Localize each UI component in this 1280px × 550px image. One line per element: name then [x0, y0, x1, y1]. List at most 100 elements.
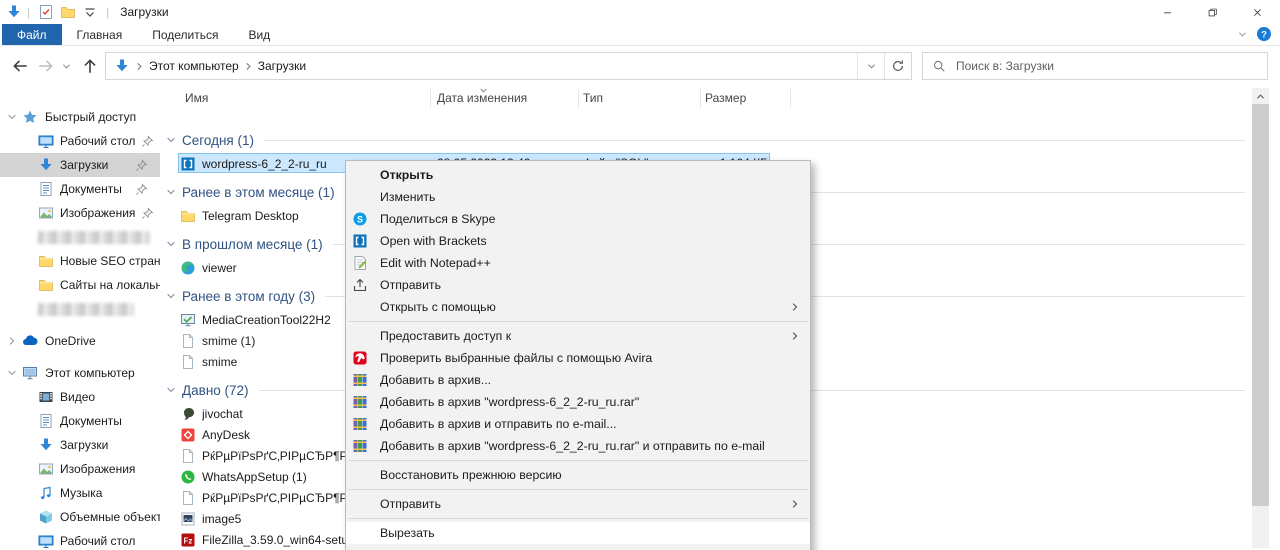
- menu-item-отправить[interactable]: Отправить: [346, 493, 810, 515]
- column-header-size[interactable]: Размер: [705, 91, 746, 105]
- qat-separator: |: [106, 5, 109, 19]
- sidebar-item-документы[interactable]: Документы: [0, 177, 160, 201]
- sidebar-item-redacted[interactable]: [0, 225, 160, 249]
- close-button[interactable]: [1235, 0, 1280, 24]
- window-title: Загрузки: [120, 5, 168, 19]
- file-icon: [180, 490, 196, 506]
- address-dropdown-button[interactable]: [857, 53, 884, 79]
- file-name-cell: AnyDesk: [180, 424, 250, 445]
- breadcrumb-this-pc[interactable]: Этот компьютер: [149, 59, 239, 73]
- qat-new-folder-button[interactable]: [57, 4, 79, 18]
- sidebar-item-label: OneDrive: [45, 334, 96, 348]
- menu-item-добавить-в-архив-wordpress-6-2-2-ru-ru-rar[interactable]: Добавить в архив "wordpress-6_2_2-ru_ru.…: [346, 391, 810, 413]
- menu-item-предоставить-доступ-к[interactable]: Предоставить доступ к: [346, 325, 810, 347]
- file-name: viewer: [202, 261, 237, 275]
- up-icon[interactable]: [81, 57, 99, 75]
- menu-item-label: Изменить: [380, 190, 435, 204]
- sidebar-item-загрузки[interactable]: Загрузки: [0, 433, 160, 457]
- sidebar-item-label: Загрузки: [60, 158, 108, 172]
- minimize-button[interactable]: [1145, 0, 1190, 24]
- qat-customize-qat-button[interactable]: [79, 4, 101, 18]
- address-bar[interactable]: Этот компьютер Загрузки: [105, 52, 912, 80]
- chevron-down-icon[interactable]: [61, 61, 72, 72]
- documents-icon: [38, 413, 54, 429]
- sidebar-item-изображения[interactable]: Изображения: [0, 457, 160, 481]
- file-name: wordpress-6_2_2-ru_ru: [202, 157, 327, 171]
- menu-item-открыть[interactable]: Открыть: [346, 164, 810, 186]
- menu-item-восстановить-прежнюю-версию[interactable]: Восстановить прежнюю версию: [346, 464, 810, 486]
- sidebar-item-label: Загрузки: [60, 438, 108, 452]
- group-header-сегодня-1[interactable]: Сегодня (1): [160, 127, 1280, 153]
- sidebar-item-label: Рабочий стол: [60, 134, 135, 148]
- sidebar-item-рабочий-стол[interactable]: Рабочий стол: [0, 129, 160, 153]
- help-icon[interactable]: ?: [1256, 26, 1272, 42]
- scroll-up-button[interactable]: [1252, 88, 1269, 104]
- tab-home[interactable]: Главная: [62, 24, 138, 45]
- sidebar-item-документы[interactable]: Документы: [0, 409, 160, 433]
- sidebar-item-музыка[interactable]: Музыка: [0, 481, 160, 505]
- maximize-button[interactable]: [1190, 0, 1235, 24]
- menu-item-label: Восстановить прежнюю версию: [380, 468, 562, 482]
- folder-icon: [180, 208, 196, 224]
- share-icon: [352, 277, 374, 293]
- menu-item-добавить-в-архив-и-отправить-по-e-mail[interactable]: Добавить в архив и отправить по e-mail..…: [346, 413, 810, 435]
- breadcrumb-downloads[interactable]: Загрузки: [258, 59, 306, 73]
- sidebar-item-изображения[interactable]: Изображения: [0, 201, 160, 225]
- sidebar-item-onedrive[interactable]: OneDrive: [0, 329, 160, 353]
- winrar-icon: [352, 438, 368, 454]
- menu-item-вырезать[interactable]: Вырезать: [346, 522, 810, 544]
- window-controls: [1145, 0, 1280, 24]
- menu-item-открыть-с-помощью[interactable]: Открыть с помощью: [346, 296, 810, 318]
- menu-item-label: Добавить в архив и отправить по e-mail..…: [380, 417, 617, 431]
- tab-view[interactable]: Вид: [233, 24, 285, 45]
- column-header-type[interactable]: Тип: [583, 91, 603, 105]
- group-divider: [264, 140, 1245, 141]
- menu-item-добавить-в-архив[interactable]: Добавить в архив...: [346, 369, 810, 391]
- scrollbar-thumb[interactable]: [1252, 104, 1269, 506]
- vertical-scrollbar[interactable]: [1252, 88, 1269, 548]
- sidebar-item-этот-компьютер[interactable]: Этот компьютер: [0, 361, 160, 385]
- file-name: MediaCreationTool22H2: [202, 313, 331, 327]
- documents-icon: [38, 181, 54, 197]
- column-header-name[interactable]: Имя: [185, 91, 208, 105]
- menu-item-поделиться-в-skype[interactable]: SПоделиться в Skype: [346, 208, 810, 230]
- refresh-button[interactable]: [884, 53, 911, 79]
- search-input[interactable]: [954, 58, 1267, 74]
- sidebar-item-label: Рабочий стол: [60, 534, 135, 548]
- chevron-down-icon[interactable]: [1237, 29, 1248, 40]
- file-name-cell: FzFileZilla_3.59.0_win64-setup: [180, 529, 355, 550]
- brackets-file-icon: [180, 156, 196, 172]
- downloads-icon: [38, 437, 54, 453]
- sidebar-item-сайты-на-локально[interactable]: Сайты на локально: [0, 273, 160, 297]
- skype-icon: S: [352, 211, 368, 227]
- back-icon[interactable]: [11, 57, 29, 75]
- sidebar-item-новые-seo-страниц[interactable]: Новые SEO страниц: [0, 249, 160, 273]
- forward-icon[interactable]: [37, 57, 55, 75]
- filezilla-icon: Fz: [180, 532, 196, 548]
- sidebar-item-объемные-объекты[interactable]: Объемные объекты: [0, 505, 160, 529]
- menu-item-edit-with-notepad[interactable]: Edit with Notepad++: [346, 252, 810, 274]
- menu-item-отправить[interactable]: Отправить: [346, 274, 810, 296]
- menu-separator: [346, 486, 810, 493]
- qat-separator: |: [27, 5, 30, 19]
- chevron-right-icon[interactable]: [134, 61, 145, 72]
- menu-item-добавить-в-архив-wordpress-6-2-2-ru-ru-rar-и-отправить-по-e-mail[interactable]: Добавить в архив "wordpress-6_2_2-ru_ru.…: [346, 435, 810, 457]
- sidebar-item-redacted[interactable]: [0, 297, 160, 321]
- column-header-row: Имя Дата изменения Тип Размер: [160, 86, 1280, 112]
- sidebar-item-видео[interactable]: Видео: [0, 385, 160, 409]
- qat-properties-button[interactable]: [35, 4, 57, 18]
- menu-separator: [346, 515, 810, 522]
- chevron-right-icon[interactable]: [243, 61, 254, 72]
- sidebar-item-быстрый-доступ[interactable]: Быстрый доступ: [0, 105, 160, 129]
- title-bar[interactable]: | | Загрузки: [0, 0, 1280, 24]
- menu-item-open-with-brackets[interactable]: Open with Brackets: [346, 230, 810, 252]
- chevron-down-icon: [6, 367, 18, 379]
- column-header-date[interactable]: Дата изменения: [437, 91, 527, 105]
- menu-item-изменить[interactable]: Изменить: [346, 186, 810, 208]
- menu-item-копировать[interactable]: Копировать: [346, 544, 810, 550]
- sidebar-item-рабочий-стол[interactable]: Рабочий стол: [0, 529, 160, 550]
- sidebar-item-загрузки[interactable]: Загрузки: [0, 153, 160, 177]
- tab-file[interactable]: Файл: [2, 24, 62, 45]
- tab-share[interactable]: Поделиться: [137, 24, 233, 45]
- menu-item-проверить-выбранные-файлы-с-помощью-avira[interactable]: Проверить выбранные файлы с помощью Avir…: [346, 347, 810, 369]
